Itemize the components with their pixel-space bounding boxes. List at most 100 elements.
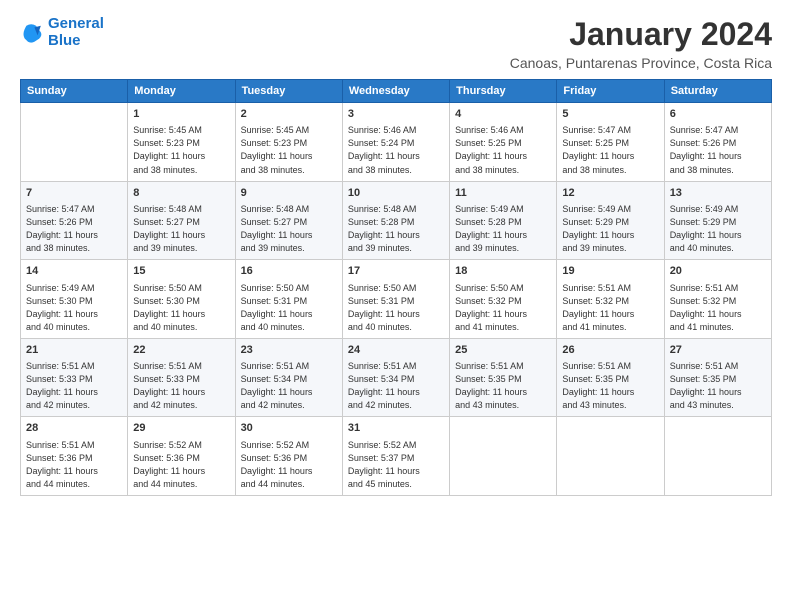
sunset-text: Sunset: 5:36 PM (133, 452, 229, 465)
day-number: 10 (348, 186, 444, 201)
daylight-text: Daylight: 11 hours (562, 229, 658, 242)
sunset-text: Sunset: 5:33 PM (26, 373, 122, 386)
sunrise-text: Sunrise: 5:50 AM (348, 282, 444, 295)
day-info: Sunrise: 5:45 AMSunset: 5:23 PMDaylight:… (133, 124, 229, 176)
day-number: 4 (455, 107, 551, 122)
sunrise-text: Sunrise: 5:49 AM (562, 203, 658, 216)
daylight-text: Daylight: 11 hours (241, 150, 337, 163)
daylight-text: and 45 minutes. (348, 478, 444, 491)
calendar-cell: 18 Sunrise: 5:50 AMSunset: 5:32 PMDayligh… (450, 260, 557, 339)
daylight-text: Daylight: 11 hours (26, 229, 122, 242)
daylight-text: and 41 minutes. (670, 321, 766, 334)
sunset-text: Sunset: 5:29 PM (562, 216, 658, 229)
sunset-text: Sunset: 5:26 PM (26, 216, 122, 229)
calendar-cell: 11Sunrise: 5:49 AMSunset: 5:28 PMDayligh… (450, 181, 557, 260)
sunrise-text: Sunrise: 5:46 AM (455, 124, 551, 137)
calendar-cell: 4Sunrise: 5:46 AMSunset: 5:25 PMDaylight… (450, 103, 557, 182)
logo: General Blue (20, 16, 104, 49)
day-number: 28 (26, 421, 122, 436)
day-info: Sunrise: 5:48 AMSunset: 5:27 PMDaylight:… (241, 203, 337, 255)
header-thursday: Thursday (450, 80, 557, 103)
sunset-text: Sunset: 5:24 PM (348, 137, 444, 150)
day-number: 20 (670, 264, 766, 279)
calendar-cell: 17Sunrise: 5:50 AMSunset: 5:31 PMDayligh… (342, 260, 449, 339)
sunset-text: Sunset: 5:28 PM (455, 216, 551, 229)
calendar-cell: 27Sunrise: 5:51 AMSunset: 5:35 PMDayligh… (664, 338, 771, 417)
day-info: Sunrise: 5:45 AMSunset: 5:23 PMDaylight:… (241, 124, 337, 176)
day-info: Sunrise: 5:47 AMSunset: 5:25 PMDaylight:… (562, 124, 658, 176)
daylight-text: Daylight: 11 hours (670, 150, 766, 163)
daylight-text: Daylight: 11 hours (455, 229, 551, 242)
day-info: Sunrise: 5:51 AMSunset: 5:32 PMDaylight:… (562, 282, 658, 334)
sunset-text: Sunset: 5:34 PM (348, 373, 444, 386)
day-info: Sunrise: 5:51 AMSunset: 5:36 PMDaylight:… (26, 439, 122, 491)
calendar-cell: 6Sunrise: 5:47 AMSunset: 5:26 PMDaylight… (664, 103, 771, 182)
sunrise-text: Sunrise: 5:52 AM (133, 439, 229, 452)
sunrise-text: Sunrise: 5:47 AM (26, 203, 122, 216)
day-info: Sunrise: 5:49 AMSunset: 5:28 PMDaylight:… (455, 203, 551, 255)
calendar-week-4: 21Sunrise: 5:51 AMSunset: 5:33 PMDayligh… (21, 338, 772, 417)
sunrise-text: Sunrise: 5:51 AM (133, 360, 229, 373)
header-tuesday: Tuesday (235, 80, 342, 103)
calendar-week-2: 7Sunrise: 5:47 AMSunset: 5:26 PMDaylight… (21, 181, 772, 260)
day-number: 2 (241, 107, 337, 122)
day-number: 17 (348, 264, 444, 279)
daylight-text: Daylight: 11 hours (133, 308, 229, 321)
sunset-text: Sunset: 5:30 PM (26, 295, 122, 308)
sunrise-text: Sunrise: 5:47 AM (670, 124, 766, 137)
sunrise-text: Sunrise: 5:51 AM (670, 282, 766, 295)
sunrise-text: Sunrise: 5:51 AM (455, 360, 551, 373)
sunrise-text: Sunrise: 5:50 AM (133, 282, 229, 295)
day-info: Sunrise: 5:49 AMSunset: 5:29 PMDaylight:… (562, 203, 658, 255)
daylight-text: and 40 minutes. (26, 321, 122, 334)
sunrise-text: Sunrise: 5:51 AM (670, 360, 766, 373)
day-number: 3 (348, 107, 444, 122)
daylight-text: and 40 minutes. (670, 242, 766, 255)
sunset-text: Sunset: 5:23 PM (133, 137, 229, 150)
calendar-cell: 3Sunrise: 5:46 AMSunset: 5:24 PMDaylight… (342, 103, 449, 182)
sunset-text: Sunset: 5:32 PM (670, 295, 766, 308)
daylight-text: and 39 minutes. (348, 242, 444, 255)
sunset-text: Sunset: 5:36 PM (241, 452, 337, 465)
day-info: Sunrise: 5:52 AMSunset: 5:36 PMDaylight:… (133, 439, 229, 491)
daylight-text: Daylight: 11 hours (562, 308, 658, 321)
calendar-cell: 25Sunrise: 5:51 AMSunset: 5:35 PMDayligh… (450, 338, 557, 417)
header-saturday: Saturday (664, 80, 771, 103)
day-info: Sunrise: 5:48 AMSunset: 5:27 PMDaylight:… (133, 203, 229, 255)
daylight-text: and 44 minutes. (26, 478, 122, 491)
sunrise-text: Sunrise: 5:46 AM (348, 124, 444, 137)
header-friday: Friday (557, 80, 664, 103)
month-title: January 2024 (510, 16, 772, 53)
daylight-text: Daylight: 11 hours (348, 465, 444, 478)
calendar-cell: 12Sunrise: 5:49 AMSunset: 5:29 PMDayligh… (557, 181, 664, 260)
day-info: Sunrise: 5:50 AMSunset: 5:31 PMDaylight:… (241, 282, 337, 334)
calendar-cell: 9Sunrise: 5:48 AMSunset: 5:27 PMDaylight… (235, 181, 342, 260)
sunset-text: Sunset: 5:30 PM (133, 295, 229, 308)
calendar-cell: 26Sunrise: 5:51 AMSunset: 5:35 PMDayligh… (557, 338, 664, 417)
sunset-text: Sunset: 5:32 PM (455, 295, 551, 308)
sunrise-text: Sunrise: 5:48 AM (133, 203, 229, 216)
day-number: 26 (562, 343, 658, 358)
day-number: 29 (133, 421, 229, 436)
location-subtitle: Canoas, Puntarenas Province, Costa Rica (510, 55, 772, 71)
daylight-text: and 43 minutes. (670, 399, 766, 412)
daylight-text: and 39 minutes. (455, 242, 551, 255)
daylight-text: Daylight: 11 hours (133, 386, 229, 399)
calendar-cell: 30Sunrise: 5:52 AMSunset: 5:36 PMDayligh… (235, 417, 342, 496)
day-number: 23 (241, 343, 337, 358)
daylight-text: and 38 minutes. (133, 164, 229, 177)
day-number: 18 (455, 264, 551, 279)
daylight-text: Daylight: 11 hours (670, 229, 766, 242)
sunset-text: Sunset: 5:35 PM (455, 373, 551, 386)
sunrise-text: Sunrise: 5:51 AM (562, 360, 658, 373)
day-info: Sunrise: 5:50 AMSunset: 5:32 PMDaylight:… (455, 282, 551, 334)
sunrise-text: Sunrise: 5:50 AM (455, 282, 551, 295)
day-info: Sunrise: 5:52 AMSunset: 5:37 PMDaylight:… (348, 439, 444, 491)
day-number: 6 (670, 107, 766, 122)
sunset-text: Sunset: 5:29 PM (670, 216, 766, 229)
calendar-cell: 2 Sunrise: 5:45 AMSunset: 5:23 PMDaylight… (235, 103, 342, 182)
sunrise-text: Sunrise: 5:49 AM (455, 203, 551, 216)
calendar-cell: 16Sunrise: 5:50 AMSunset: 5:31 PMDayligh… (235, 260, 342, 339)
daylight-text: and 44 minutes. (133, 478, 229, 491)
sunrise-text: Sunrise: 5:45 AM (241, 124, 337, 137)
